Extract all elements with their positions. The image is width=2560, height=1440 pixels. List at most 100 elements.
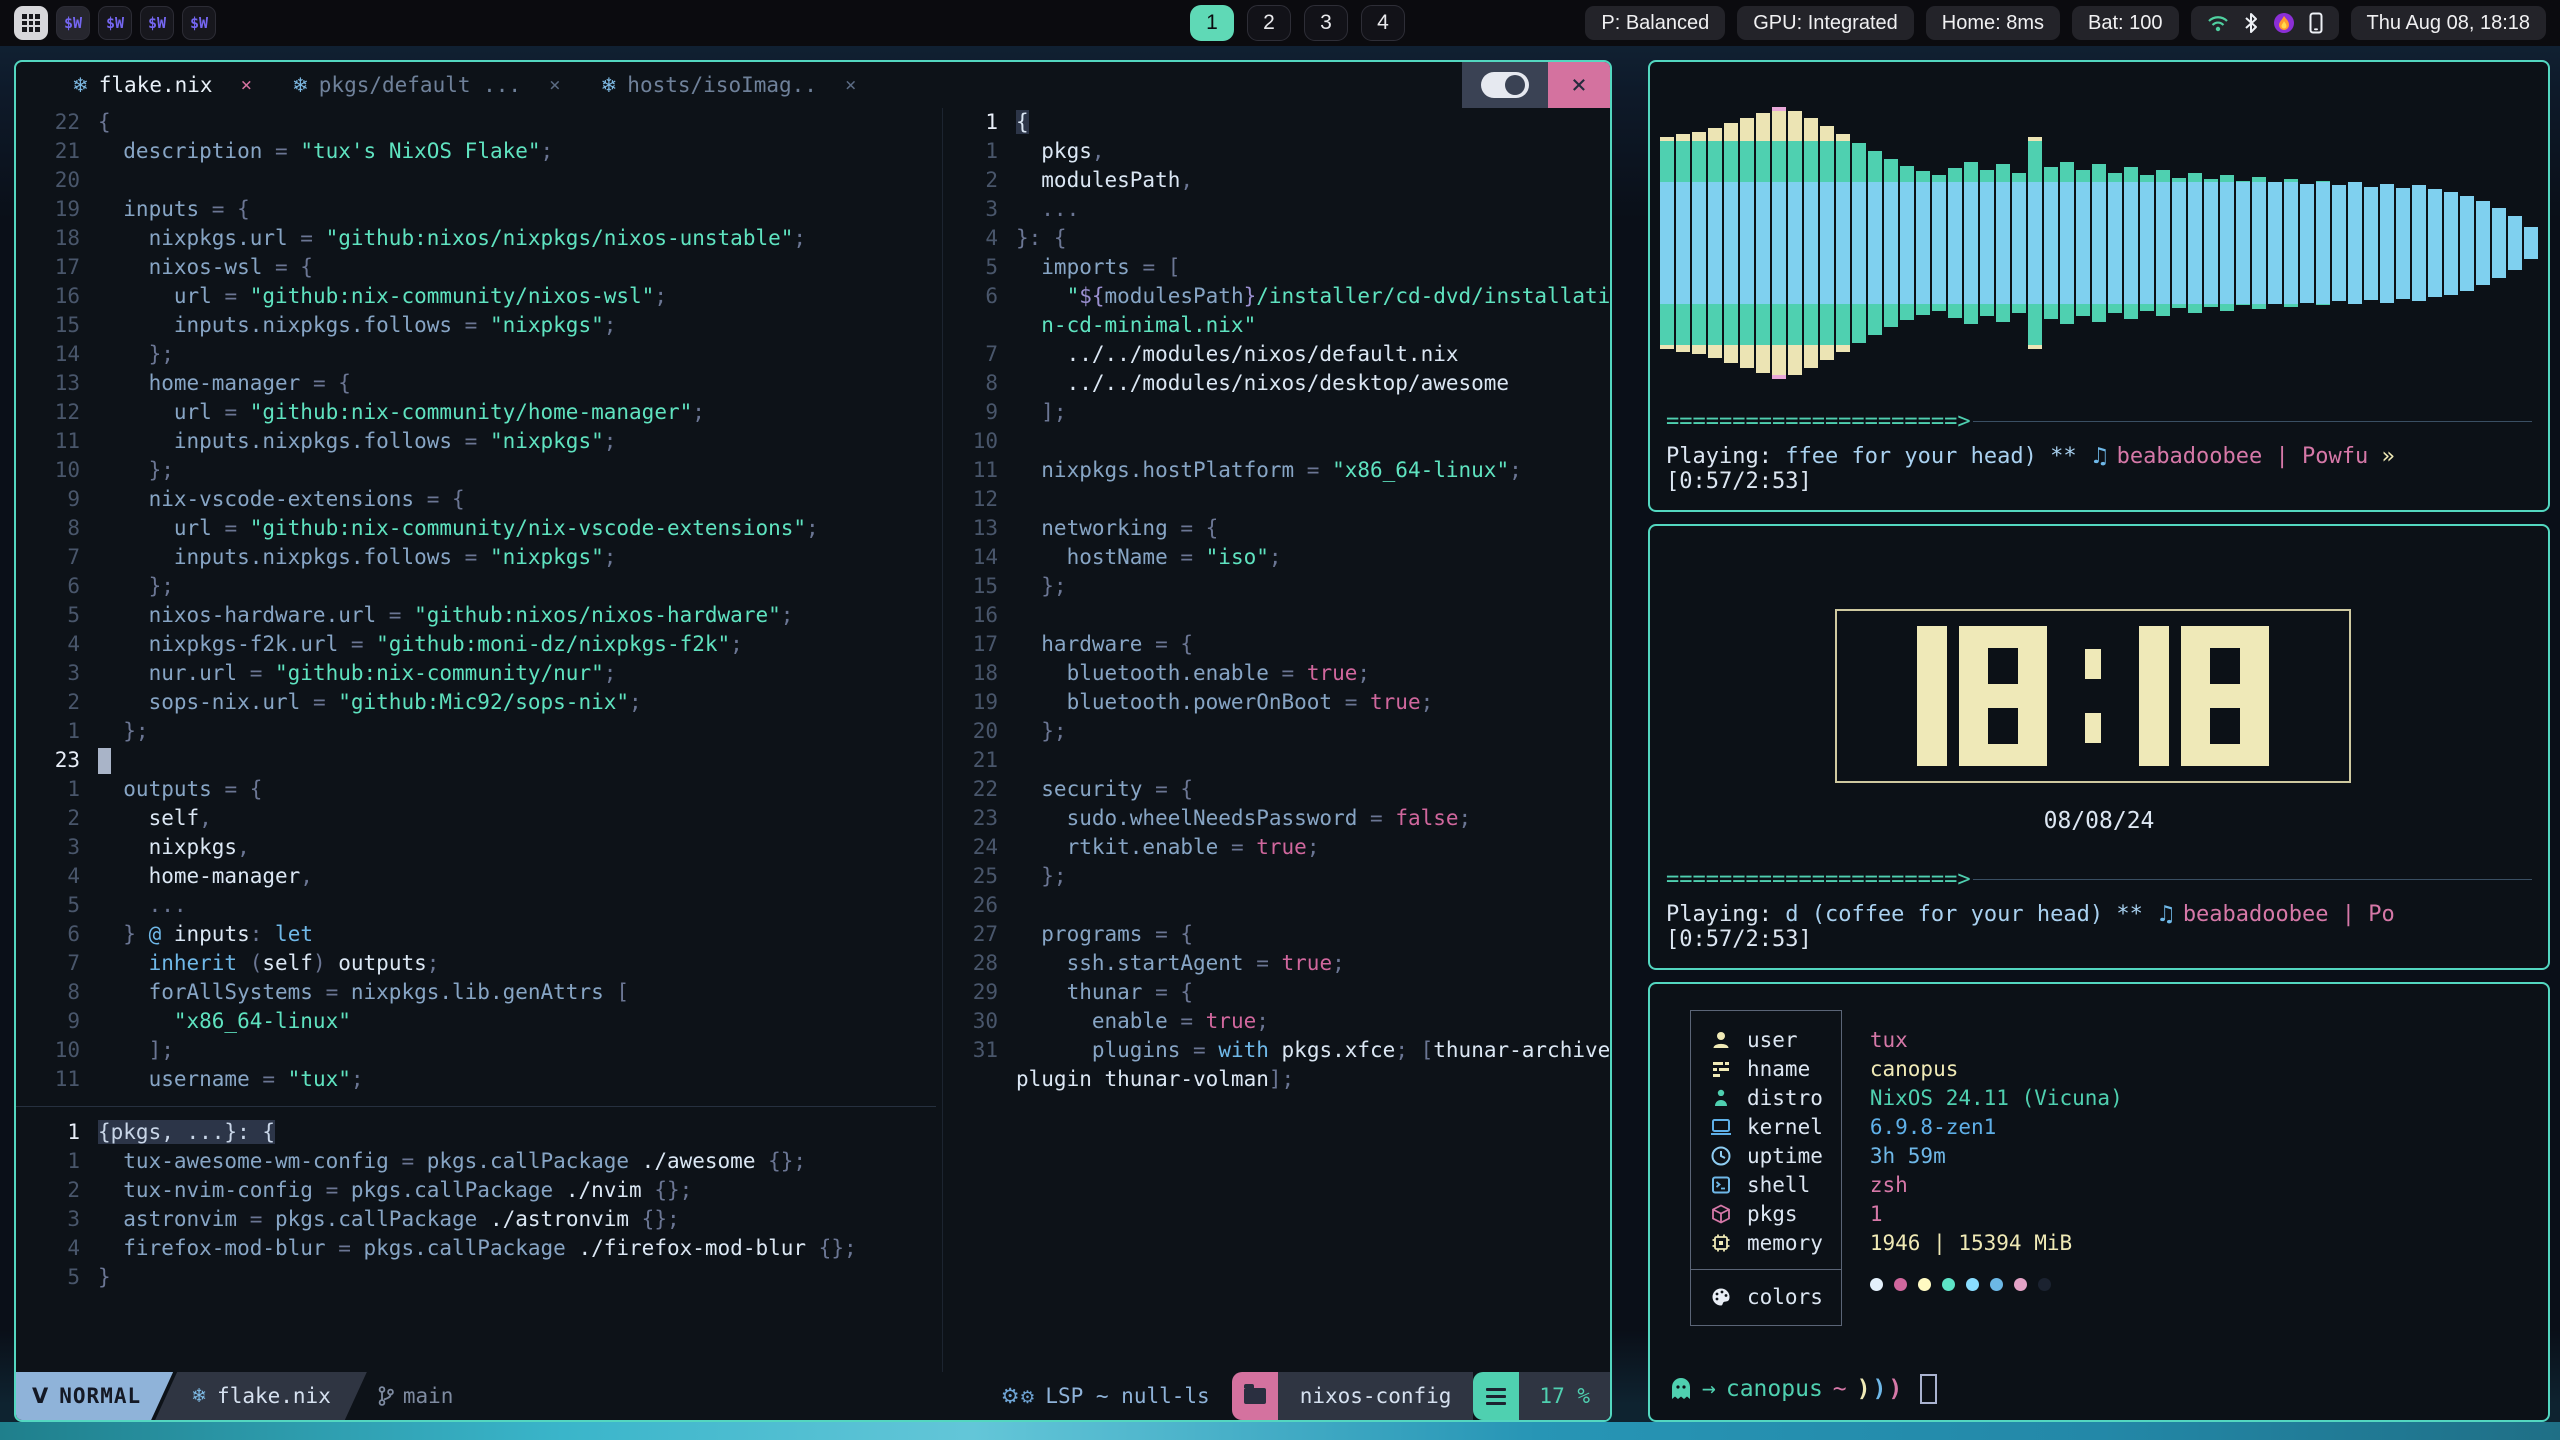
code-line: 16 — [946, 601, 1610, 630]
status-pill[interactable]: Bat: 100 — [2072, 6, 2179, 40]
visualizer-bar — [2508, 216, 2522, 270]
shell-icon — [1709, 1174, 1733, 1196]
fetch-value-shell: zsh — [1870, 1170, 2123, 1199]
line-number: 20 — [946, 717, 1016, 746]
workspace-button[interactable]: $W — [182, 6, 216, 40]
fetch-label-box: userhnamedistrokerneluptimeshellpkgsmemo… — [1690, 1010, 1842, 1326]
code-segment: plugins — [1016, 1038, 1180, 1062]
code-segment: outputs — [326, 951, 427, 975]
clock-pill[interactable]: Thu Aug 08, 18:18 — [2351, 6, 2546, 40]
tab-flake-nix[interactable]: ❄flake.nix× — [72, 73, 252, 97]
line-number: 29 — [946, 978, 1016, 1007]
visualizer-bar — [2204, 179, 2218, 307]
shell-prompt[interactable]: →canopus~))) — [1670, 1374, 1937, 1404]
window-toggle-button[interactable] — [1462, 62, 1548, 108]
iso-image-pane[interactable]: 1{1 pkgs,2 modulesPath,3 ...4}: {5 impor… — [946, 108, 1610, 1094]
line-number: 1 — [16, 1118, 98, 1147]
pkgs-default-pane[interactable]: 1{pkgs, ...}: {1 tux-awesome-wm-config =… — [16, 1118, 936, 1292]
lsp-label: LSP ~ null-ls — [1045, 1384, 1209, 1408]
code-text: } — [98, 1263, 111, 1292]
line-number: 1 — [16, 1147, 98, 1176]
git-branch-icon — [377, 1385, 395, 1407]
git-branch: main — [377, 1372, 454, 1420]
flake-nix-pane[interactable]: 22{21 description = "tux's NixOS Flake";… — [16, 108, 936, 1094]
tab-close-icon[interactable]: × — [241, 74, 252, 96]
code-segment: "github:nix-community/nur" — [275, 661, 604, 685]
visualizer-bar — [1836, 134, 1850, 352]
code-text: networking = { — [1016, 514, 1218, 543]
tray-pill[interactable] — [2191, 6, 2339, 40]
visualizer-bar — [1724, 123, 1738, 363]
visualizer-bar — [1884, 159, 1898, 327]
code-segment: description — [98, 139, 262, 163]
code-segment: astronvim — [98, 1207, 237, 1231]
workspace-button[interactable]: $W — [98, 6, 132, 40]
playing-segment: Playing: — [1666, 444, 1785, 469]
tag-3[interactable]: 3 — [1304, 5, 1348, 41]
code-text: nixos-wsl = { — [98, 253, 313, 282]
tag-4[interactable]: 4 — [1361, 5, 1405, 41]
line-number: 26 — [946, 891, 1016, 920]
fetch-separator — [1691, 1269, 1841, 1270]
lsp-status: ⚙⚙ LSP ~ null-ls — [1001, 1372, 1210, 1420]
playing-segment: beabadoobee | Po — [2183, 902, 2395, 927]
line-number: 3 — [946, 195, 1016, 224]
visualizer-bar — [2348, 182, 2362, 304]
code-text: }; — [98, 340, 174, 369]
tab-close-icon[interactable]: × — [549, 74, 560, 96]
code-text: nixpkgs.hostPlatform = "x86_64-linux"; — [1016, 456, 1522, 485]
code-segment: }; — [98, 574, 174, 598]
code-text: {pkgs, ...}: { — [98, 1118, 275, 1147]
gear-icon: ⚙⚙ — [1001, 1384, 1036, 1408]
code-segment: {}; — [806, 1236, 857, 1260]
player-progress: ======================> — [1666, 867, 2532, 892]
visualizer-bar — [2492, 208, 2506, 278]
line-number: 16 — [16, 282, 98, 311]
code-line: 22 security = { — [946, 775, 1610, 804]
code-segment: pkgs.callPackage — [351, 1178, 553, 1202]
code-segment: ; — [629, 690, 642, 714]
code-text: outputs = { — [98, 775, 262, 804]
line-number: 21 — [946, 746, 1016, 775]
code-text: url = "github:nix-community/nix-vscode-e… — [98, 514, 819, 543]
line-number: 17 — [946, 630, 1016, 659]
color-dot — [2038, 1278, 2051, 1291]
code-line: 13 networking = { — [946, 514, 1610, 543]
line-number: 3 — [16, 1205, 98, 1234]
status-pill[interactable]: Home: 8ms — [1926, 6, 2060, 40]
status-pill[interactable]: GPU: Integrated — [1737, 6, 1914, 40]
workspace-button[interactable]: $W — [56, 6, 90, 40]
code-segment: "nixpkgs" — [490, 545, 604, 569]
code-segment: {}; — [755, 1149, 806, 1173]
clock-digit-8 — [2181, 626, 2269, 766]
code-text: plugin thunar-volman]; — [1016, 1065, 1294, 1094]
code-segment: = — [452, 545, 490, 569]
code-segment: = — [1244, 951, 1282, 975]
app-launcher-button[interactable] — [14, 6, 48, 40]
tab-close-icon[interactable]: × — [845, 74, 856, 96]
fetch-value-spacer — [1870, 1257, 2123, 1270]
code-segment: , — [1092, 139, 1105, 163]
ghost-icon — [1670, 1377, 1692, 1401]
code-text: modulesPath, — [1016, 166, 1193, 195]
tag-1[interactable]: 1 — [1190, 5, 1234, 41]
status-pill[interactable]: P: Balanced — [1585, 6, 1725, 40]
window-close-button[interactable]: × — [1548, 62, 1610, 108]
visualizer-bar — [2300, 184, 2314, 303]
code-text: nixos-hardware.url = "github:nixos/nixos… — [98, 601, 793, 630]
now-playing-line: Playing: d (coffee for your head) ** ♫ b… — [1666, 902, 2532, 952]
code-segment: { — [98, 110, 111, 134]
workspace-button[interactable]: $W — [140, 6, 174, 40]
code-segment: } — [98, 922, 149, 946]
line-number: 1 — [16, 775, 98, 804]
line-number: 10 — [946, 427, 1016, 456]
progress-bar: ======================> — [1666, 867, 1971, 892]
tab-hosts-isoImag-[interactable]: ❄hosts/isoImag..× — [601, 73, 857, 97]
code-text: programs = { — [1016, 920, 1193, 949]
tag-2[interactable]: 2 — [1247, 5, 1291, 41]
visualizer-bar — [2236, 181, 2250, 305]
tab-pkgs-default-[interactable]: ❄pkgs/default ...× — [292, 73, 561, 97]
code-segment: = — [288, 226, 326, 250]
line-number: 1 — [946, 137, 1016, 166]
code-segment: = — [250, 1067, 288, 1091]
